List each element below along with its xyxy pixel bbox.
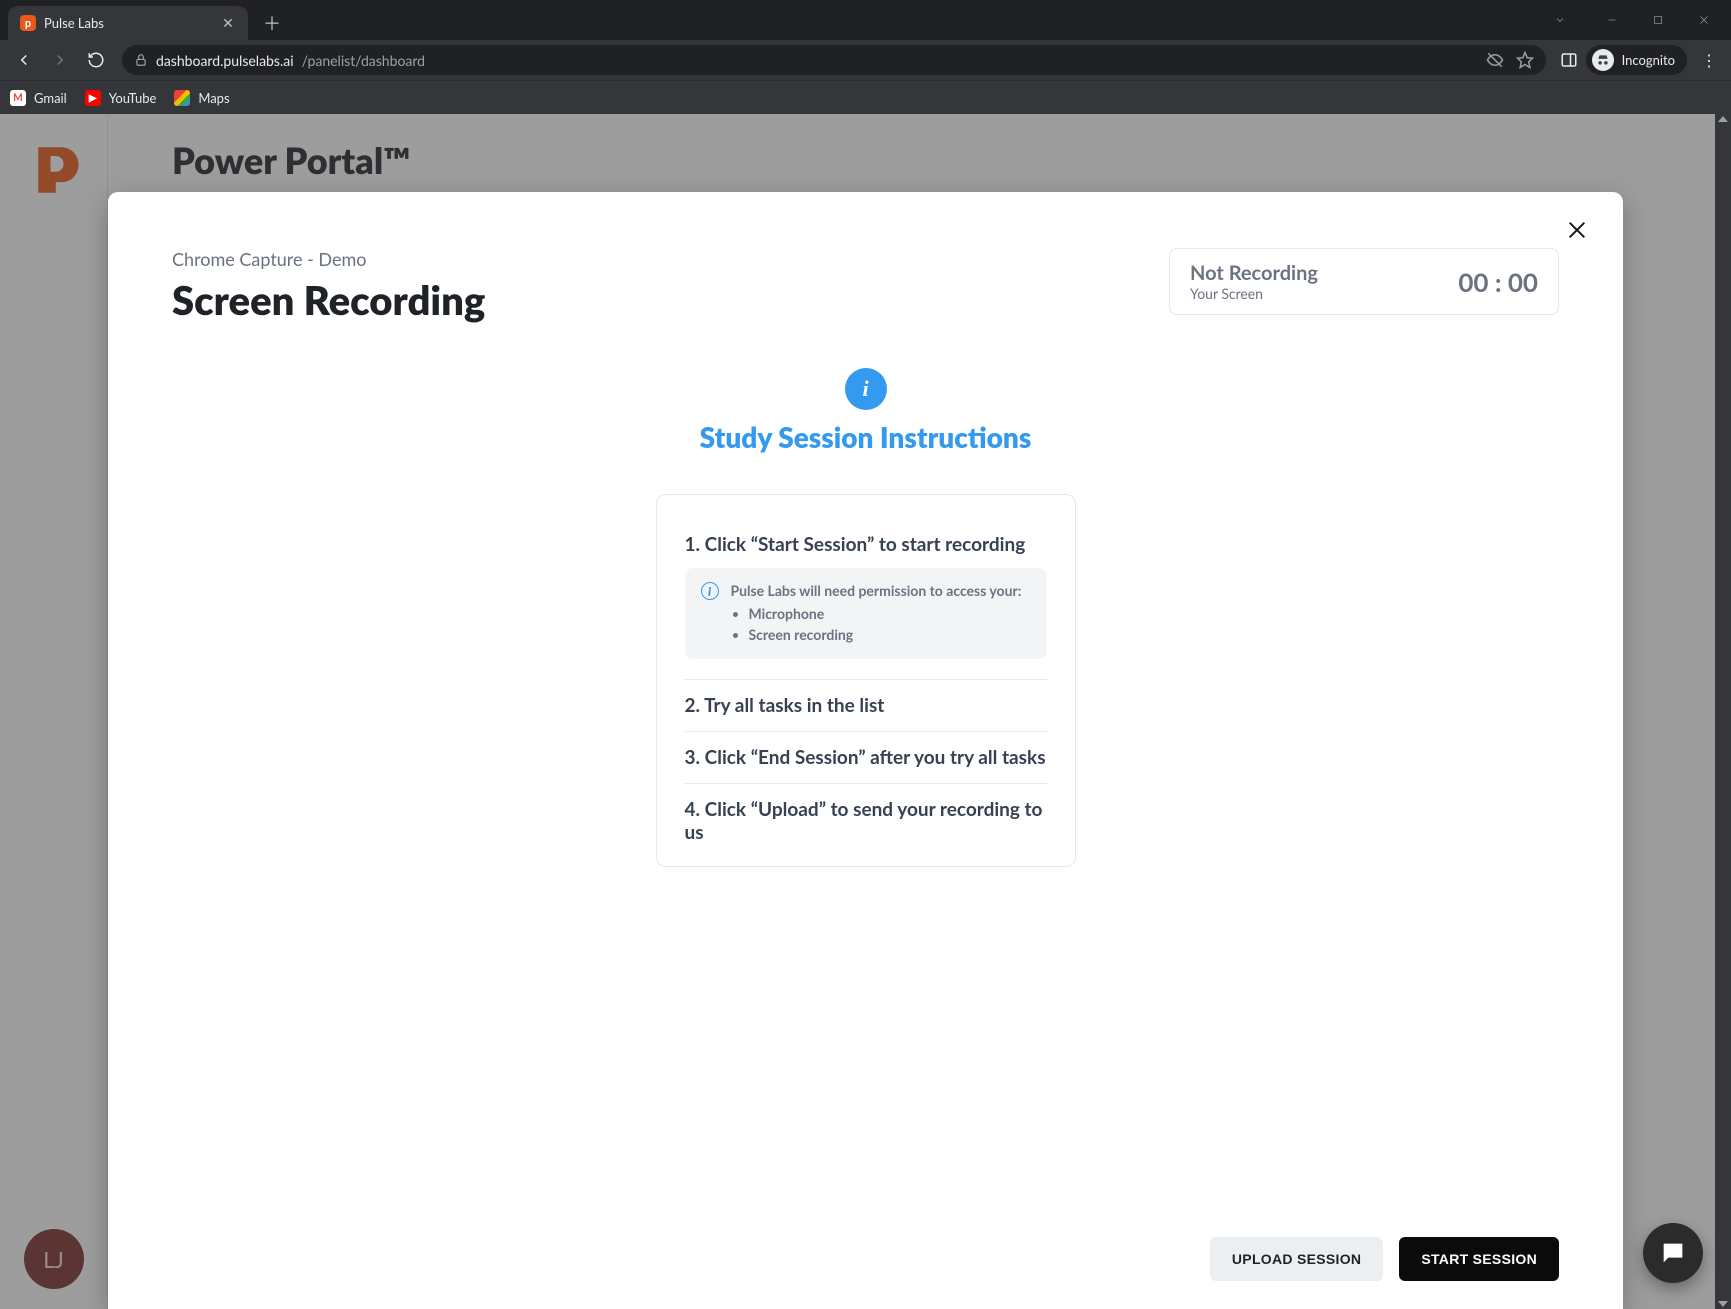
url-bar-actions [1486, 51, 1534, 69]
new-tab-button[interactable]: ＋ [258, 9, 286, 37]
modal-title: Screen Recording [172, 276, 485, 324]
scroll-up-icon[interactable] [1718, 116, 1728, 122]
window-maximize-button[interactable] [1635, 4, 1681, 36]
window-controls [1537, 0, 1727, 40]
youtube-icon: ▶ [85, 90, 101, 106]
instruction-steps: 1. Click “Start Session” to start record… [656, 494, 1076, 867]
nav-back-button[interactable] [8, 44, 40, 76]
modal-header: Chrome Capture - Demo Screen Recording N… [108, 192, 1623, 332]
incognito-badge[interactable]: Incognito [1586, 45, 1687, 75]
side-panel-icon[interactable] [1560, 51, 1578, 69]
permission-item: Microphone [749, 603, 1022, 624]
permission-item: Screen recording [749, 624, 1022, 645]
modal-footer: UPLOAD SESSION START SESSION [108, 1217, 1623, 1309]
url-path: /panelist/dashboard [302, 52, 425, 69]
info-outline-icon: i [701, 582, 719, 600]
url-host: dashboard.pulselabs.ai [156, 52, 294, 69]
scroll-down-icon[interactable] [1718, 1301, 1728, 1307]
bookmark-label: Maps [198, 90, 229, 106]
recording-source: Your Screen [1190, 285, 1318, 302]
account-chevron-icon[interactable] [1537, 4, 1583, 36]
nav-forward-button[interactable] [44, 44, 76, 76]
upload-session-button[interactable]: UPLOAD SESSION [1210, 1237, 1383, 1281]
incognito-icon [1592, 49, 1614, 71]
bookmark-label: Gmail [34, 90, 67, 106]
viewport: LJ Power Portal™ Chrome Capture - Demo S… [0, 114, 1731, 1309]
modal-eyebrow: Chrome Capture - Demo [172, 248, 485, 270]
browser-menu-button[interactable]: ⋮ [1695, 46, 1723, 74]
recording-status-box: Not Recording Your Screen 00 : 00 [1169, 248, 1559, 315]
toolbar-right: Incognito ⋮ [1560, 45, 1723, 75]
permission-note: i Pulse Labs will need permission to acc… [685, 568, 1047, 659]
gmail-icon: M [10, 90, 26, 106]
info-icon: i [845, 368, 887, 410]
bookmark-gmail[interactable]: M Gmail [10, 90, 67, 106]
vertical-scrollbar[interactable] [1715, 114, 1731, 1309]
window-close-button[interactable] [1681, 4, 1727, 36]
favicon-icon: p [20, 15, 36, 31]
nav-reload-button[interactable] [80, 44, 112, 76]
modal-close-button[interactable] [1559, 212, 1595, 248]
url-bar[interactable]: dashboard.pulselabs.ai/panelist/dashboar… [122, 45, 1546, 75]
instructions-heading: Study Session Instructions [700, 420, 1032, 454]
tab-close-icon[interactable]: ✕ [220, 15, 236, 31]
permission-intro: Pulse Labs will need permission to acces… [731, 582, 1022, 599]
bookmark-bar: M Gmail ▶ YouTube Maps [0, 80, 1731, 114]
incognito-label: Incognito [1622, 52, 1675, 68]
bookmark-label: YouTube [109, 90, 157, 106]
screen-recording-modal: Chrome Capture - Demo Screen Recording N… [108, 192, 1623, 1309]
modal-body: i Study Session Instructions 1. Click “S… [108, 332, 1623, 1217]
bookmark-star-icon[interactable] [1516, 51, 1534, 69]
window-minimize-button[interactable] [1589, 4, 1635, 36]
bookmark-maps[interactable]: Maps [174, 90, 229, 106]
browser-tab[interactable]: p Pulse Labs ✕ [8, 6, 248, 40]
recording-timer: 00 : 00 [1458, 266, 1538, 298]
instruction-step: 2. Try all tasks in the list [685, 679, 1047, 731]
maps-icon [174, 90, 190, 106]
browser-toolbar: dashboard.pulselabs.ai/panelist/dashboar… [0, 40, 1731, 80]
tracking-off-icon[interactable] [1486, 51, 1504, 69]
chat-fab-button[interactable] [1643, 1223, 1703, 1283]
recording-status: Not Recording [1190, 261, 1318, 285]
instruction-step: 1. Click “Start Session” to start record… [685, 519, 1047, 679]
tab-strip: p Pulse Labs ✕ ＋ [0, 0, 1731, 40]
step-text: 1. Click “Start Session” to start record… [685, 533, 1047, 556]
bookmark-youtube[interactable]: ▶ YouTube [85, 90, 157, 106]
tab-title: Pulse Labs [44, 15, 212, 31]
start-session-button[interactable]: START SESSION [1399, 1237, 1559, 1281]
instruction-step: 4. Click “Upload” to send your recording… [685, 783, 1047, 858]
lock-icon [134, 53, 148, 67]
instruction-step: 3. Click “End Session” after you try all… [685, 731, 1047, 783]
